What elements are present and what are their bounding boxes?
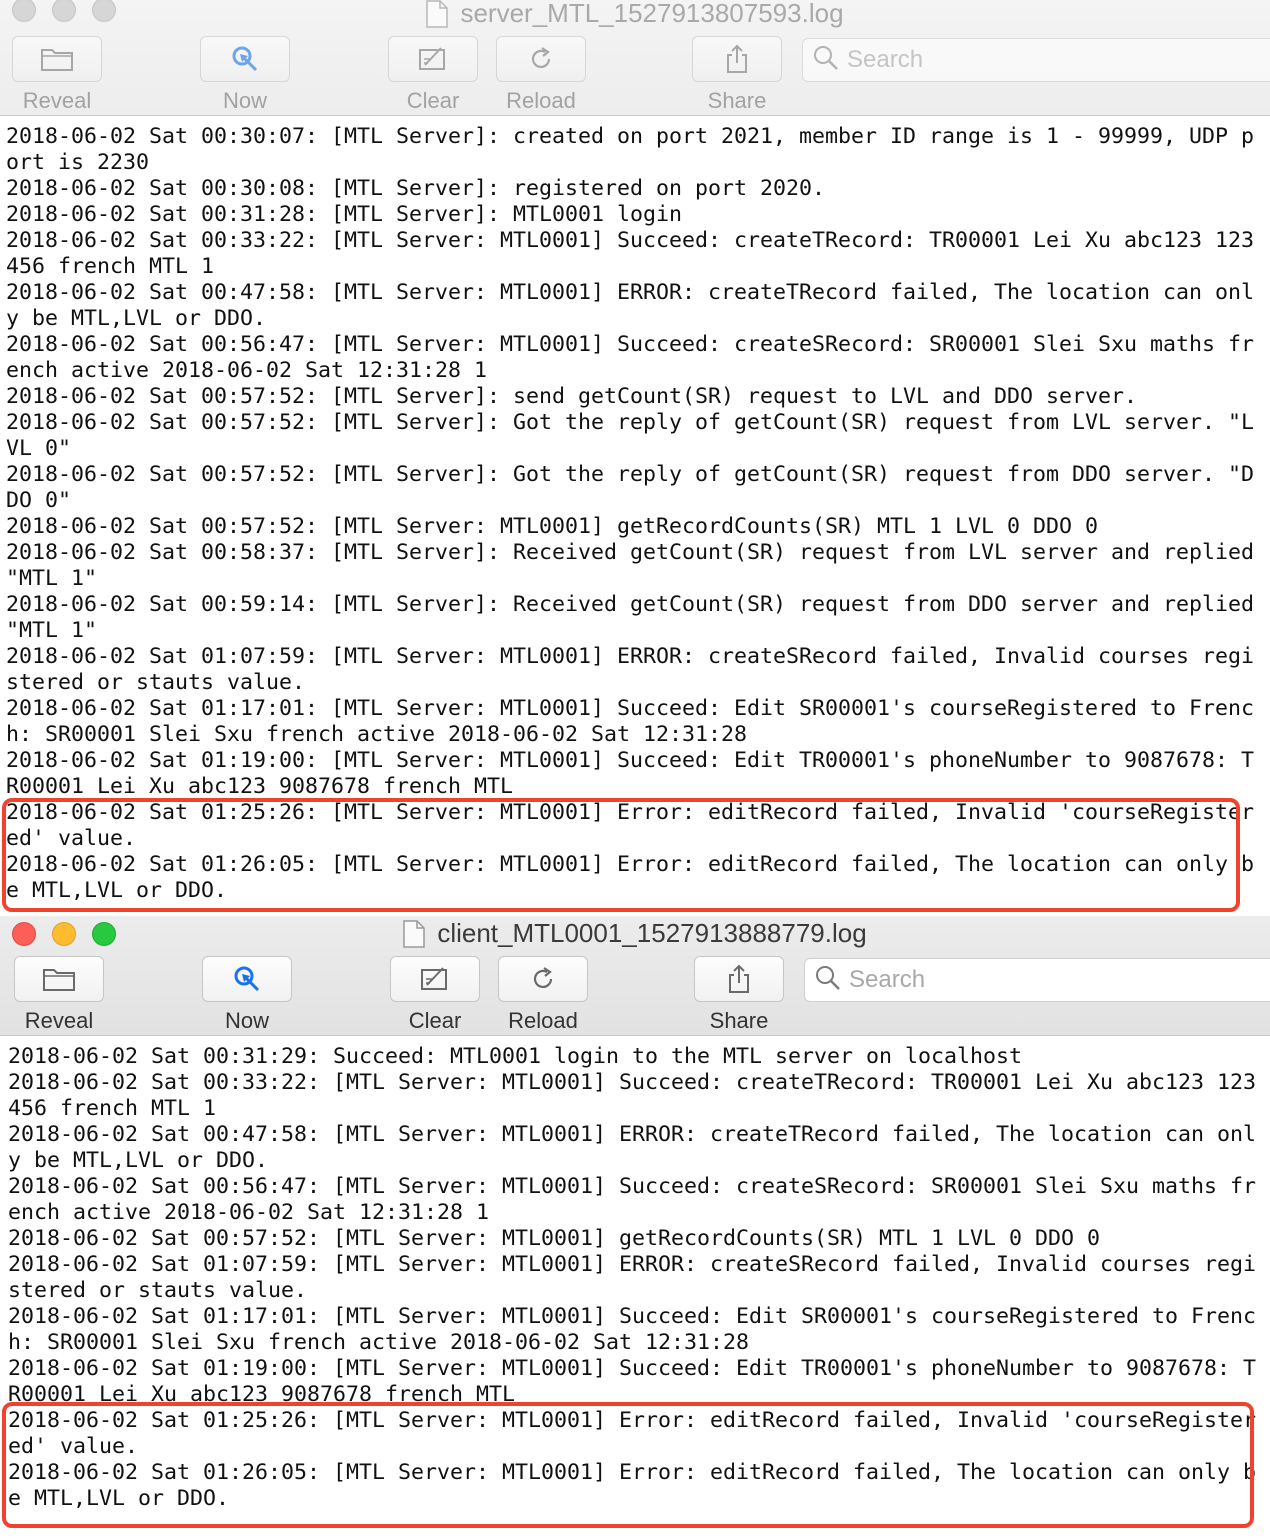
- reload-icon: [527, 45, 555, 73]
- reload-label: Reload: [508, 1008, 578, 1033]
- search-input[interactable]: [849, 966, 1229, 994]
- server-log-text: 2018-06-02 Sat 00:30:07: [MTL Server]: c…: [6, 124, 1266, 904]
- title-area: server_MTL_1527913807593.log: [0, 0, 1270, 28]
- clear-button[interactable]: [388, 36, 478, 82]
- reload-button[interactable]: [496, 36, 586, 82]
- log-line: 2018-06-02 Sat 00:30:07: [MTL Server]: c…: [6, 124, 1255, 175]
- document-icon: [426, 0, 449, 28]
- now-label: Now: [224, 1008, 269, 1033]
- document-icon: [403, 919, 426, 948]
- reveal-label: Reveal: [22, 88, 92, 113]
- window-title: client_MTL0001_1527913888779.log: [437, 918, 867, 948]
- server-titlebar: server_MTL_1527913807593.log Reveal Now …: [0, 0, 1270, 116]
- log-line: 2018-06-02 Sat 01:19:00: [MTL Server: MT…: [6, 748, 1255, 799]
- client-titlebar: client_MTL0001_1527913888779.log Reveal …: [0, 916, 1270, 1036]
- reveal-label: Reveal: [24, 1008, 94, 1033]
- log-line: 2018-06-02 Sat 00:33:22: [MTL Server: MT…: [6, 228, 1255, 279]
- client-log-text: 2018-06-02 Sat 00:31:29: Succeed: MTL000…: [8, 1044, 1268, 1512]
- client-log-window: client_MTL0001_1527913888779.log Reveal …: [0, 916, 1270, 1536]
- search-icon: [813, 45, 839, 76]
- now-target-icon: [230, 44, 260, 74]
- log-line: 2018-06-02 Sat 00:57:52: [MTL Server: MT…: [8, 1226, 1101, 1251]
- reload-button[interactable]: [498, 956, 588, 1002]
- log-line: 2018-06-02 Sat 00:57:52: [MTL Server]: G…: [6, 462, 1255, 513]
- share-button[interactable]: [694, 956, 784, 1002]
- title-inner: client_MTL0001_1527913888779.log: [403, 918, 867, 949]
- log-line: 2018-06-02 Sat 00:58:37: [MTL Server]: R…: [6, 540, 1268, 591]
- log-line: 2018-06-02 Sat 00:56:47: [MTL Server: MT…: [6, 332, 1255, 383]
- title-inner: server_MTL_1527913807593.log: [426, 0, 844, 29]
- clear-icon: [417, 45, 449, 73]
- log-line: 2018-06-02 Sat 01:26:05: [MTL Server: MT…: [6, 852, 1255, 903]
- log-line: 2018-06-02 Sat 00:57:52: [MTL Server]: s…: [6, 384, 1138, 409]
- log-line: 2018-06-02 Sat 01:17:01: [MTL Server: MT…: [8, 1304, 1257, 1355]
- now-button[interactable]: [202, 956, 292, 1002]
- search-icon: [815, 965, 841, 996]
- log-line: 2018-06-02 Sat 00:31:29: Succeed: MTL000…: [8, 1044, 1023, 1069]
- share-button[interactable]: [692, 36, 782, 82]
- server-log-window: server_MTL_1527913807593.log Reveal Now …: [0, 0, 1270, 916]
- clear-button[interactable]: [390, 956, 480, 1002]
- now-target-icon: [232, 964, 262, 994]
- log-line: 2018-06-02 Sat 00:33:22: [MTL Server: MT…: [8, 1070, 1257, 1121]
- folder-icon: [42, 966, 76, 992]
- log-line: 2018-06-02 Sat 01:25:26: [MTL Server: MT…: [6, 800, 1255, 851]
- clear-label: Clear: [406, 88, 460, 113]
- search-field[interactable]: [802, 38, 1270, 82]
- log-line: 2018-06-02 Sat 01:25:26: [MTL Server: MT…: [8, 1408, 1257, 1459]
- folder-icon: [40, 46, 74, 72]
- now-label: Now: [222, 88, 267, 113]
- log-line: 2018-06-02 Sat 00:31:28: [MTL Server]: M…: [6, 202, 683, 227]
- share-label: Share: [707, 88, 767, 113]
- share-icon: [725, 964, 753, 994]
- clear-label: Clear: [408, 1008, 462, 1033]
- share-icon: [723, 44, 751, 74]
- log-line: 2018-06-02 Sat 00:57:52: [MTL Server]: G…: [6, 410, 1255, 461]
- log-line: 2018-06-02 Sat 01:07:59: [MTL Server: MT…: [8, 1252, 1257, 1303]
- log-line: 2018-06-02 Sat 00:59:14: [MTL Server]: R…: [6, 592, 1268, 643]
- now-button[interactable]: [200, 36, 290, 82]
- title-area: client_MTL0001_1527913888779.log: [0, 918, 1270, 948]
- log-line: 2018-06-02 Sat 01:17:01: [MTL Server: MT…: [6, 696, 1255, 747]
- log-line: 2018-06-02 Sat 00:47:58: [MTL Server: MT…: [8, 1122, 1257, 1173]
- reload-label: Reload: [506, 88, 576, 113]
- search-field[interactable]: [804, 958, 1270, 1002]
- log-line: 2018-06-02 Sat 00:47:58: [MTL Server: MT…: [6, 280, 1255, 331]
- share-label: Share: [709, 1008, 769, 1033]
- window-title: server_MTL_1527913807593.log: [460, 0, 844, 28]
- log-line: 2018-06-02 Sat 01:19:00: [MTL Server: MT…: [8, 1356, 1257, 1407]
- log-line: 2018-06-02 Sat 00:57:52: [MTL Server: MT…: [6, 514, 1099, 539]
- log-line: 2018-06-02 Sat 00:56:47: [MTL Server: MT…: [8, 1174, 1257, 1225]
- reload-icon: [529, 965, 557, 993]
- reveal-button[interactable]: [12, 36, 102, 82]
- search-input[interactable]: [847, 46, 1227, 74]
- log-line: 2018-06-02 Sat 01:26:05: [MTL Server: MT…: [8, 1460, 1257, 1511]
- log-line: 2018-06-02 Sat 00:30:08: [MTL Server]: r…: [6, 176, 826, 201]
- log-line: 2018-06-02 Sat 01:07:59: [MTL Server: MT…: [6, 644, 1255, 695]
- reveal-button[interactable]: [14, 956, 104, 1002]
- clear-icon: [419, 965, 451, 993]
